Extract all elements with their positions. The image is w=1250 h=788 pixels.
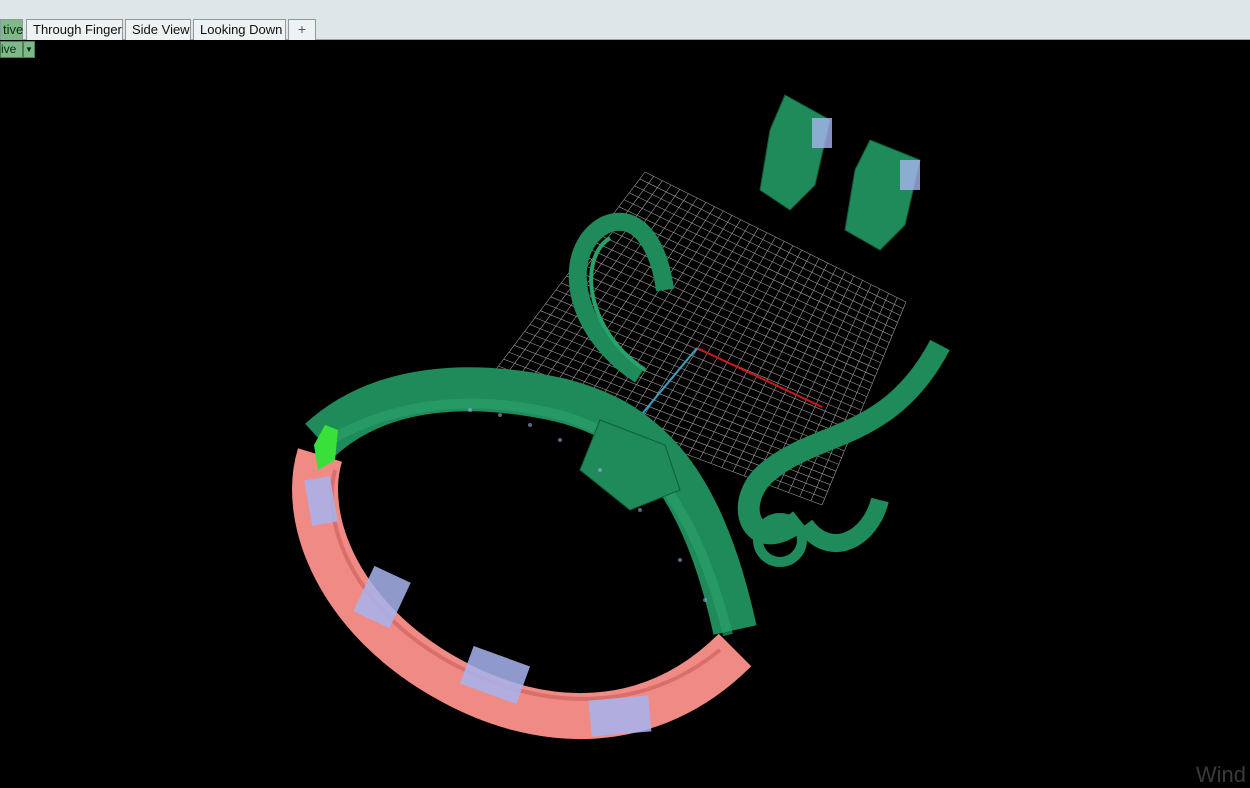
tab-perspective[interactable]: tive xyxy=(0,19,23,40)
tab-side-view[interactable]: Side View xyxy=(125,19,191,40)
viewport-label[interactable]: ive xyxy=(0,41,23,58)
plus-icon: + xyxy=(297,21,307,37)
tab-through-finger[interactable]: Through Finger xyxy=(26,19,123,40)
earring-right-model[interactable] xyxy=(844,139,921,251)
open-ring-model[interactable] xyxy=(737,339,950,567)
activation-watermark: Wind xyxy=(1195,762,1246,787)
viewport-menu-button[interactable]: ▼ xyxy=(23,41,35,58)
earring-left-model[interactable] xyxy=(759,94,832,211)
grid-line xyxy=(665,241,785,447)
tab-looking-down[interactable]: Looking Down xyxy=(193,19,286,40)
triangle-down-icon: ▼ xyxy=(25,45,33,54)
3d-viewport[interactable]: Wind xyxy=(0,41,1250,787)
construction-grid xyxy=(487,171,907,506)
viewport-tab-bar: tive Through Finger Side View Looking Do… xyxy=(0,0,1250,40)
add-tab-button[interactable]: + xyxy=(288,19,316,40)
large-bracelet-model[interactable] xyxy=(292,367,757,739)
scene-canvas xyxy=(292,94,950,739)
